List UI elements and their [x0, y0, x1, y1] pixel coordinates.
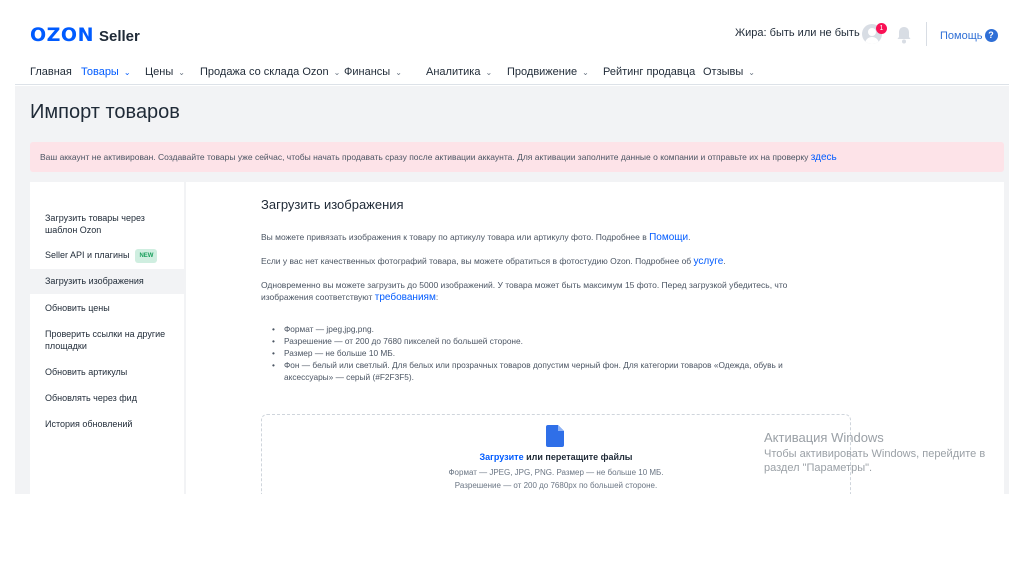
windows-activation-watermark: Активация Windows Чтобы активировать Win…: [764, 430, 1004, 475]
nav-label: Цены: [145, 66, 174, 78]
sidebar-item-label: Seller API и плагины: [45, 250, 130, 260]
avatar-body: [865, 37, 879, 44]
nav-label: Аналитика: [426, 66, 481, 78]
import-sidebar: Загрузить товары через шаблон Ozon Selle…: [30, 182, 184, 494]
logo-brand: OZON: [30, 24, 94, 46]
service-link[interactable]: услуге: [694, 256, 724, 267]
sidebar-item-update-feed[interactable]: Обновлять через фид: [30, 392, 184, 404]
nav-item-main[interactable]: Главная: [30, 66, 72, 78]
dropzone-text: или перетащите файлы: [526, 452, 633, 462]
nav-label: Продвижение: [507, 66, 578, 78]
activation-alert: Ваш аккаунт не активирован. Создавайте т…: [30, 142, 1004, 172]
nav-label: Главная: [30, 66, 72, 78]
paragraph-help: Вы можете привязать изображения к товару…: [261, 231, 821, 244]
paragraph-end: :: [435, 292, 439, 302]
file-icon: [546, 425, 564, 447]
list-item: Разрешение — от 200 до 7680 пикселей по …: [272, 335, 832, 347]
list-item: Фон — белый или светлый. Для белых или п…: [272, 359, 832, 383]
upload-link[interactable]: Загрузите: [480, 452, 524, 462]
chevron-down-icon: ⌄: [123, 68, 131, 77]
requirements-list: Формат — jpeg,jpg,png. Разрешение — от 2…: [272, 323, 832, 383]
chevron-down-icon: ⌄: [485, 68, 493, 77]
nav-label: Товары: [81, 66, 119, 78]
watermark-title: Активация Windows: [764, 430, 884, 445]
nav-label: Отзывы: [703, 66, 744, 78]
section-title: Загрузить изображения: [261, 197, 404, 212]
header-divider: [926, 22, 927, 46]
nav-item-analytics[interactable]: Аналитика ⌄: [426, 66, 492, 78]
paragraph-end: .: [688, 232, 691, 242]
chevron-down-icon: ⌄: [333, 68, 341, 77]
top-header: OZON Seller Жира: быть или не быть 1 Пом…: [0, 0, 1024, 60]
new-badge: NEW: [135, 249, 158, 263]
help-doc-link[interactable]: Помощи: [649, 232, 688, 243]
help-link[interactable]: Помощь ?: [940, 29, 998, 42]
chevron-down-icon: ⌄: [748, 68, 755, 77]
notification-badge: 1: [876, 23, 887, 34]
requirements-link[interactable]: требованиям: [375, 292, 436, 303]
paragraph-end: .: [723, 256, 726, 266]
nav-item-reviews[interactable]: Отзывы ⌄: [703, 66, 755, 78]
list-item: Формат — jpeg,jpg,png.: [272, 323, 832, 335]
watermark-text: Чтобы активировать Windows, перейдите в …: [764, 448, 986, 474]
sidebar-item-history[interactable]: История обновлений: [30, 418, 184, 430]
dropzone-hint-format: Формат — JPEG, JPG, PNG. Размер — не бол…: [448, 468, 664, 477]
nav-item-finance[interactable]: Финансы ⌄: [344, 66, 402, 78]
nav-item-prices[interactable]: Цены ⌄: [145, 66, 185, 78]
paragraph-text: Вы можете привязать изображения к товару…: [261, 232, 647, 242]
nav-item-products[interactable]: Товары ⌄: [81, 66, 131, 78]
chevron-down-icon: ⌄: [395, 68, 402, 77]
dropzone-prompt: Загрузите или перетащите файлы: [261, 452, 851, 462]
dropzone-hint-resolution: Разрешение — от 200 до 7680px по большей…: [454, 481, 658, 490]
main-navigation: Главная Товары ⌄ Цены ⌄ Продажа со склада …: [15, 60, 1009, 85]
page-title: Импорт товаров: [30, 101, 180, 123]
nav-item-seller-rating[interactable]: Рейтинг продавца: [603, 66, 695, 78]
paragraph-photostudio: Если у вас нет качественных фотографий т…: [261, 255, 821, 268]
bell-icon[interactable]: [896, 26, 912, 44]
sidebar-item-upload-images[interactable]: Загрузить изображения: [30, 269, 184, 294]
ozon-seller-logo[interactable]: OZON Seller: [30, 24, 140, 46]
paragraph-text: Одновременно вы можете загрузить до 5000…: [261, 280, 788, 302]
avatar-head: [868, 28, 876, 36]
nav-item-ozon-warehouse[interactable]: Продажа со склада Ozon ⌄: [200, 66, 340, 78]
sidebar-item-check-links[interactable]: Проверить ссылки на другие площадки: [30, 328, 170, 352]
sidebar-item-template-upload[interactable]: Загрузить товары через шаблон Ozon: [30, 212, 160, 236]
chevron-down-icon: ⌄: [582, 68, 589, 77]
nav-label: Финансы: [344, 66, 391, 78]
sidebar-item-update-prices[interactable]: Обновить цены: [30, 302, 184, 314]
alert-link[interactable]: здесь: [811, 152, 837, 163]
sidebar-item-update-articles[interactable]: Обновить артикулы: [30, 366, 184, 378]
company-name[interactable]: Жира: быть или не быть: [735, 27, 860, 39]
sidebar-item-seller-api[interactable]: Seller API и плагины NEW: [30, 249, 184, 263]
nav-label: Продажа со склада Ozon: [200, 66, 329, 78]
nav-label: Рейтинг продавца: [603, 66, 696, 78]
help-question-icon: ?: [984, 29, 998, 42]
list-item: Размер — не больше 10 МБ.: [272, 347, 832, 359]
help-label: Помощь: [940, 29, 983, 42]
nav-item-promotion[interactable]: Продвижение ⌄: [507, 66, 589, 78]
paragraph-text: Если у вас нет качественных фотографий т…: [261, 256, 692, 266]
alert-text: Ваш аккаунт не активирован. Создавайте т…: [40, 152, 809, 162]
logo-product: Seller: [98, 28, 140, 45]
chevron-down-icon: ⌄: [178, 68, 185, 77]
paragraph-limits: Одновременно вы можете загрузить до 5000…: [261, 279, 821, 304]
